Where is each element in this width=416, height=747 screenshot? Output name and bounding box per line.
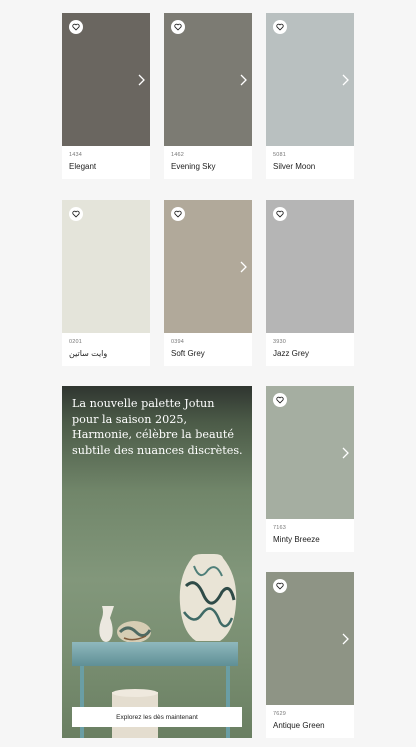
color-swatch[interactable] xyxy=(266,572,354,705)
favorite-heart-icon[interactable] xyxy=(273,579,287,593)
color-card-minty-breeze[interactable]: 7163 Minty Breeze xyxy=(266,386,354,552)
color-code: 0394 xyxy=(171,339,185,345)
color-name[interactable]: Silver Moon xyxy=(273,159,347,172)
color-swatch[interactable] xyxy=(266,13,354,146)
favorite-heart-icon[interactable] xyxy=(273,393,287,407)
favorite-heart-icon[interactable] xyxy=(69,20,83,34)
chevron-right-icon[interactable] xyxy=(238,260,248,274)
color-card-jazz-grey[interactable]: 3930 Jazz Grey xyxy=(266,200,354,366)
color-name[interactable]: Minty Breeze xyxy=(273,532,347,545)
color-info: 3930 Jazz Grey xyxy=(266,333,354,366)
color-info: 1462 Evening Sky xyxy=(164,146,252,179)
color-swatch[interactable] xyxy=(266,200,354,333)
chevron-right-icon[interactable] xyxy=(340,73,350,87)
color-card-evening-sky[interactable]: 1462 Evening Sky xyxy=(164,13,252,179)
color-swatch[interactable] xyxy=(62,200,150,333)
color-card-soft-grey[interactable]: 0394 Soft Grey xyxy=(164,200,252,366)
color-swatch[interactable] xyxy=(164,13,252,146)
color-code: 0201 xyxy=(69,339,83,345)
favorite-heart-icon[interactable] xyxy=(171,20,185,34)
color-info: 1434 Elegant xyxy=(62,146,150,179)
color-code: 3930 xyxy=(273,339,287,345)
color-info: 5081 Silver Moon xyxy=(266,146,354,179)
color-card-antique-green[interactable]: 7629 Antique Green xyxy=(266,572,354,738)
color-name[interactable]: Elegant xyxy=(69,159,143,172)
color-swatch[interactable] xyxy=(266,386,354,519)
favorite-heart-icon[interactable] xyxy=(273,20,287,34)
favorite-heart-icon[interactable] xyxy=(273,207,287,221)
favorite-heart-icon[interactable] xyxy=(171,207,185,221)
chevron-right-icon[interactable] xyxy=(136,73,146,87)
color-name[interactable]: Antique Green xyxy=(273,718,347,731)
explore-now-button[interactable]: Explorez les dès maintenant xyxy=(72,707,242,727)
color-swatch[interactable] xyxy=(164,200,252,333)
color-code: 7629 xyxy=(273,711,287,717)
color-code: 5081 xyxy=(273,152,287,158)
color-code: 7163 xyxy=(273,525,287,531)
color-info: 7629 Antique Green xyxy=(266,705,354,738)
color-info: 0394 Soft Grey xyxy=(164,333,252,366)
color-card-white-satin[interactable]: 0201 وايت ساتين xyxy=(62,200,150,366)
chevron-right-icon[interactable] xyxy=(340,446,350,460)
color-code: 1462 xyxy=(171,152,185,158)
color-info: 7163 Minty Breeze xyxy=(266,519,354,552)
chevron-right-icon[interactable] xyxy=(238,73,248,87)
favorite-heart-icon[interactable] xyxy=(69,207,83,221)
color-name[interactable]: Evening Sky xyxy=(171,159,245,172)
color-swatch[interactable] xyxy=(62,13,150,146)
color-card-silver-moon[interactable]: 5081 Silver Moon xyxy=(266,13,354,179)
promo-headline: La nouvelle palette Jotun pour la saison… xyxy=(72,397,243,457)
promo-banner[interactable]: La nouvelle palette Jotun pour la saison… xyxy=(62,386,252,738)
color-card-elegant[interactable]: 1434 Elegant xyxy=(62,13,150,179)
color-code: 1434 xyxy=(69,152,83,158)
color-name[interactable]: Soft Grey xyxy=(171,346,245,359)
color-name[interactable]: Jazz Grey xyxy=(273,346,347,359)
chevron-right-icon[interactable] xyxy=(340,632,350,646)
color-name[interactable]: وايت ساتين xyxy=(69,346,143,359)
color-info: 0201 وايت ساتين xyxy=(62,333,150,366)
